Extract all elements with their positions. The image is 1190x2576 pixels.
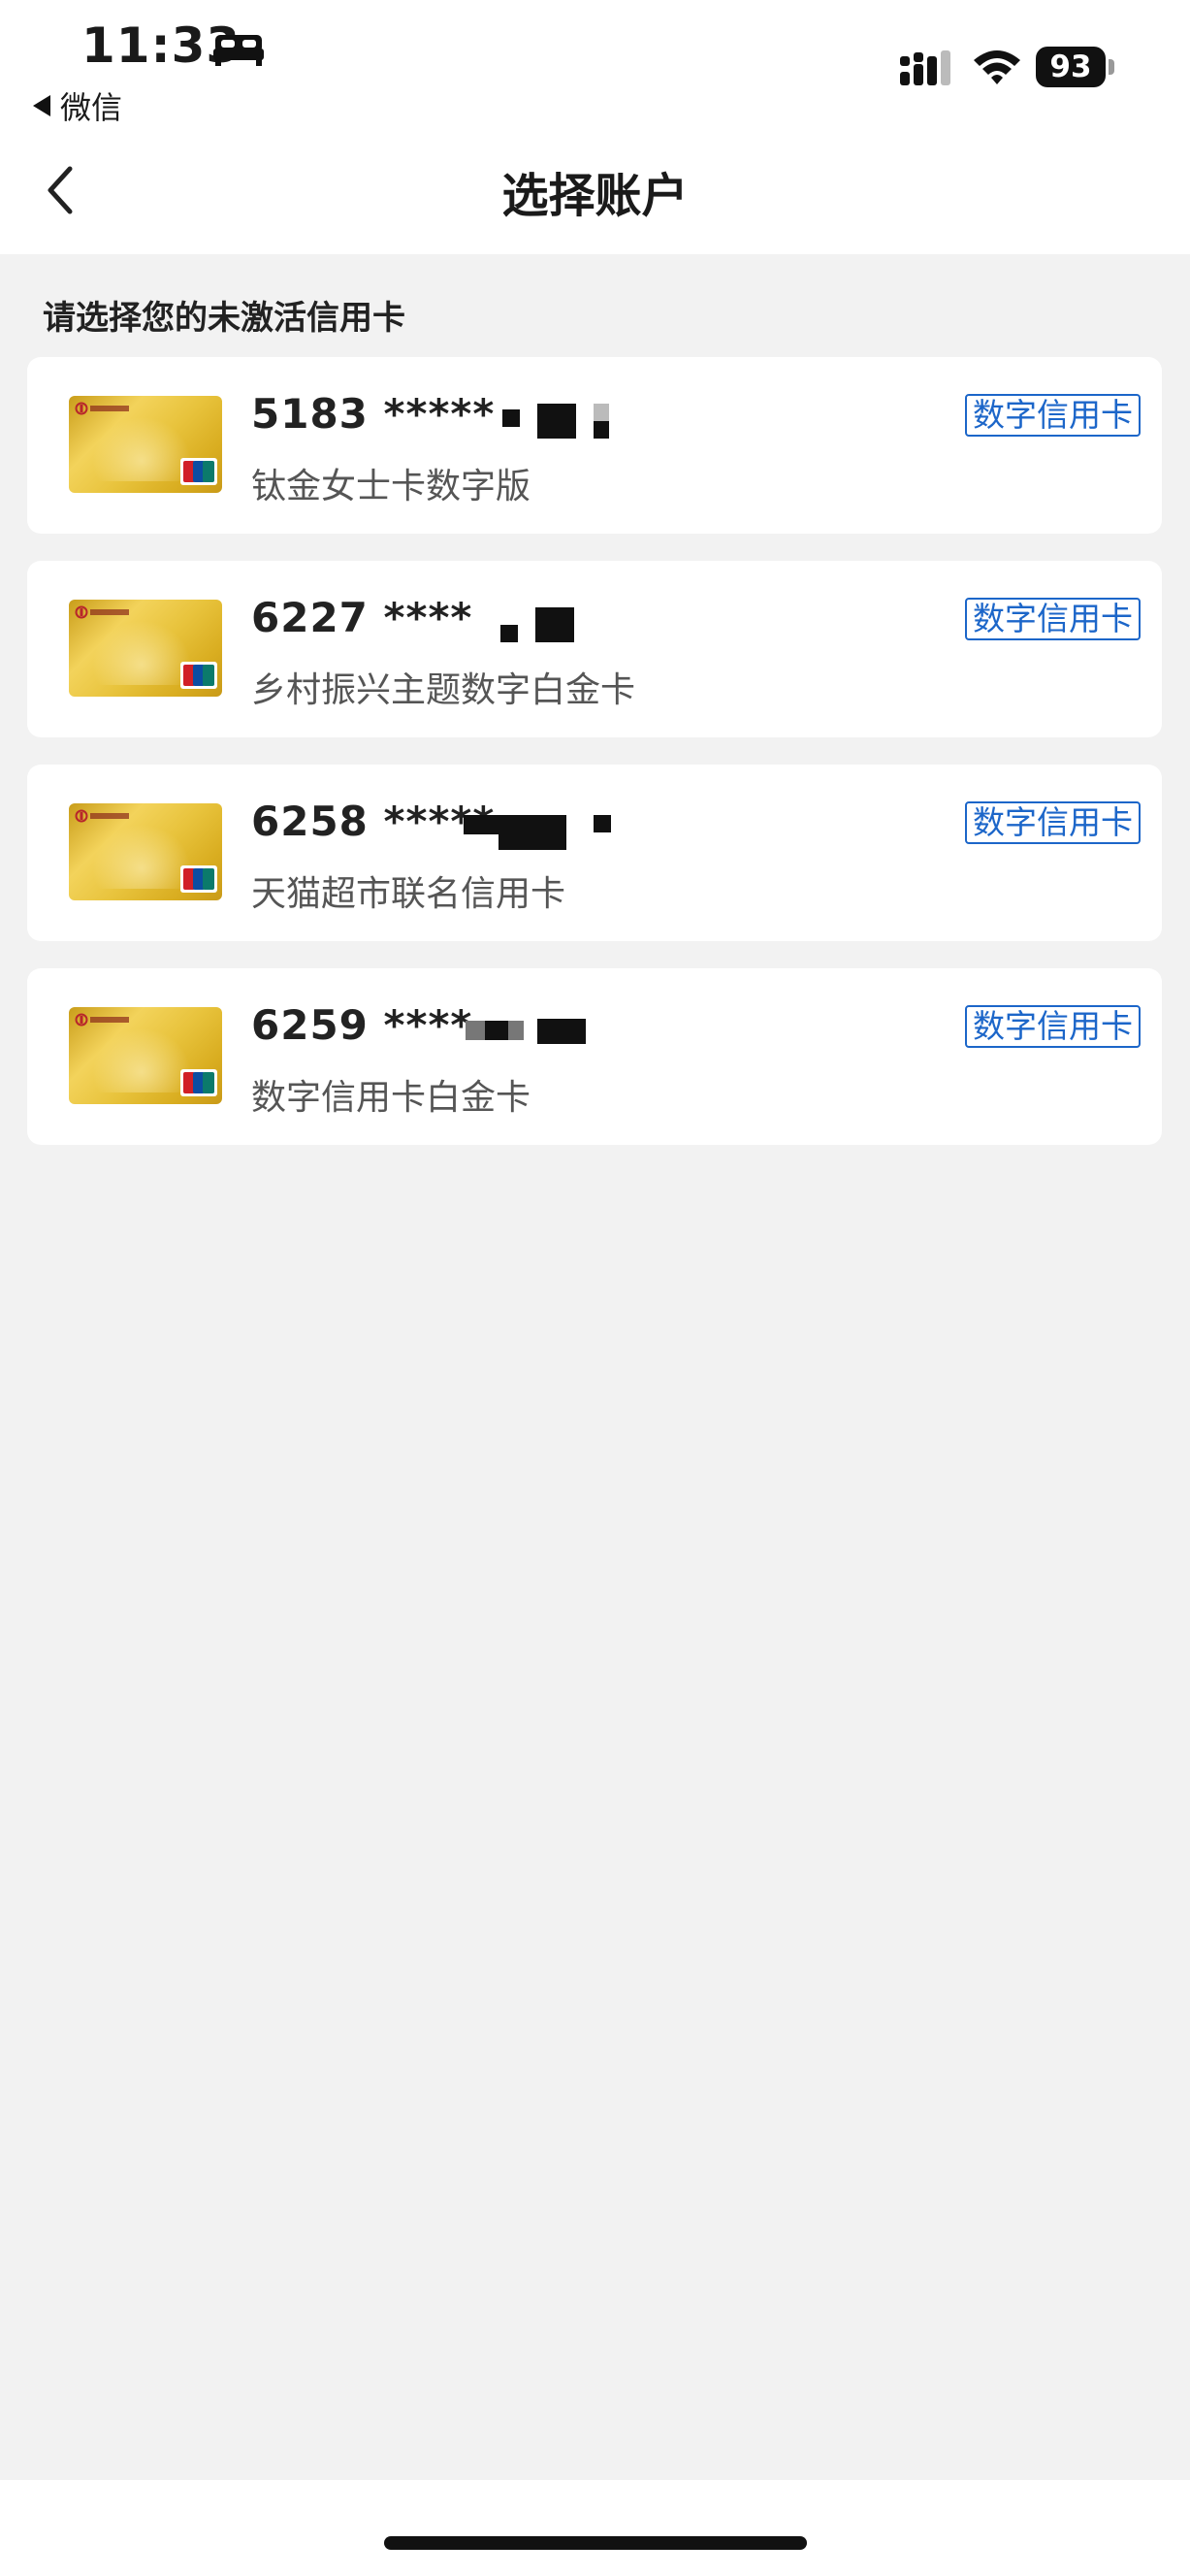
unionpay-icon [180,1069,217,1096]
credit-card-image [69,396,222,493]
card-name: 数字信用卡白金卡 [251,1078,531,1118]
back-triangle-icon [33,95,50,116]
card-art [88,1025,195,1092]
digital-card-badge: 数字信用卡 [965,1005,1141,1048]
redaction-mark [594,421,609,439]
redaction-mark [594,815,611,832]
section-title: 请选择您的未激活信用卡 [43,299,405,338]
card-number: 6258 ***** [251,798,496,845]
back-app-label: 微信 [60,89,123,126]
unionpay-icon [180,865,217,893]
card-name: 乡村振兴主题数字白金卡 [251,670,636,710]
sleep-focus-icon [213,35,264,66]
page-title: 选择账户 [501,169,689,223]
redaction-mark [500,625,518,642]
redaction-mark [485,1021,508,1040]
card-art [88,821,195,889]
card-name: 天猫超市联名信用卡 [251,874,566,914]
credit-card-image [69,600,222,697]
redaction-mark [537,1019,586,1044]
card-list: 5183 ***** 钛金女士卡数字版 数字信用卡 6227 **** 乡村振兴… [27,357,1162,1172]
battery-nub [1109,59,1114,75]
digital-card-badge: 数字信用卡 [965,801,1141,844]
home-indicator-bar[interactable] [384,2536,807,2550]
redaction-mark [499,815,566,850]
card-name: 钛金女士卡数字版 [251,467,531,506]
card-item[interactable]: 6259 **** 数字信用卡白金卡 数字信用卡 [27,968,1162,1145]
card-item[interactable]: 6227 **** 乡村振兴主题数字白金卡 数字信用卡 [27,561,1162,737]
unionpay-icon [180,662,217,689]
card-number: 5183 ***** [251,390,496,438]
card-art [88,413,195,481]
digital-card-badge: 数字信用卡 [965,598,1141,640]
battery-indicator: 93 [1036,47,1114,87]
card-item[interactable]: 5183 ***** 钛金女士卡数字版 数字信用卡 [27,357,1162,534]
card-item[interactable]: 6258 ***** 天猫超市联名信用卡 数字信用卡 [27,765,1162,941]
redaction-mark [502,409,520,427]
unionpay-icon [180,458,217,485]
back-to-app-button[interactable]: 微信 [33,83,122,128]
wifi-icon [974,50,1020,84]
card-number: 6227 **** [251,594,473,641]
credit-card-image [69,1007,222,1104]
redaction-mark [535,607,574,642]
battery-level: 93 [1036,47,1106,87]
home-indicator-area [0,2480,1190,2576]
credit-card-image [69,803,222,900]
card-number: 6259 **** [251,1001,473,1049]
cellular-signal-icon [900,50,950,85]
card-art [88,617,195,685]
header-area: 11:33 微信 93 选择账户 [0,0,1190,254]
redaction-mark [537,404,576,439]
digital-card-badge: 数字信用卡 [965,394,1141,437]
redaction-mark [594,404,609,421]
